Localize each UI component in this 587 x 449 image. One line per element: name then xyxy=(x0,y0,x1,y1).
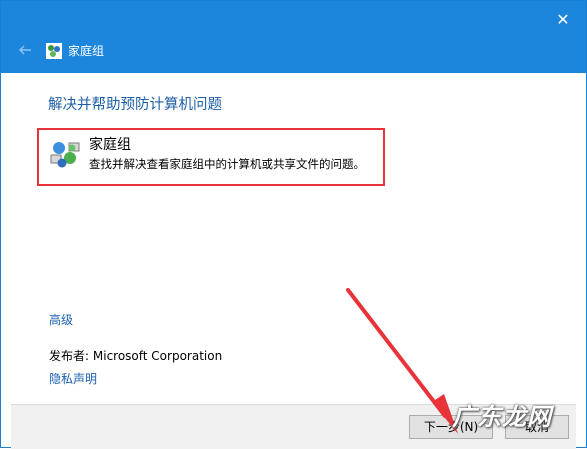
window-title: 家庭组 xyxy=(68,44,105,58)
publisher-value: Microsoft Corporation xyxy=(92,349,223,363)
close-icon: ✕ xyxy=(556,10,570,29)
watermark-text: 广东龙网 xyxy=(452,403,552,431)
troubleshooter-item-homegroup[interactable]: 家庭组 查找并解决查看家庭组中的计算机或共享文件的问题。 xyxy=(37,128,385,186)
privacy-statement-link[interactable]: 隐私声明 xyxy=(49,371,97,387)
advanced-link[interactable]: 高级 xyxy=(49,312,73,328)
publisher-label: 发布者: xyxy=(49,349,90,363)
close-button[interactable]: ✕ xyxy=(552,9,574,31)
item-description: 查找并解决查看家庭组中的计算机或共享文件的问题。 xyxy=(89,157,365,171)
homegroup-icon xyxy=(50,142,80,168)
item-title: 家庭组 xyxy=(89,137,131,153)
annotation-arrow xyxy=(346,288,458,434)
title-bar: ✕ 家庭组 xyxy=(1,1,586,73)
back-arrow-icon[interactable] xyxy=(17,42,33,58)
homegroup-icon xyxy=(46,43,62,59)
troubleshooter-window: ✕ 家庭组 解决并帮助预防计算机问题 家庭组 查找并解决查看家庭组中的计算机或共… xyxy=(0,0,587,449)
page-heading: 解决并帮助预防计算机问题 xyxy=(48,97,222,113)
publisher-info: 发布者: Microsoft Corporation xyxy=(49,348,222,364)
